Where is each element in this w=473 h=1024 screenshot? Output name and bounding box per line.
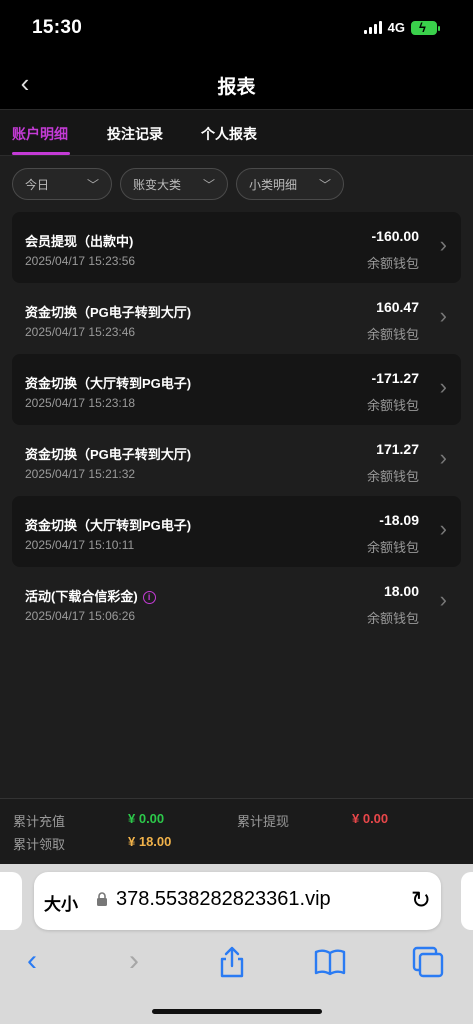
- item-amount: -160.00: [371, 228, 419, 244]
- item-date: 2025/04/17 15:06:26: [25, 609, 136, 623]
- item-wallet: 余额钱包: [366, 611, 419, 626]
- info-icon[interactable]: i: [142, 591, 156, 604]
- item-amount: 171.27: [376, 441, 419, 457]
- list-item[interactable]: 资金切换（大厅转到PG电子) 2025/04/17 15:23:18 -171.…: [12, 354, 461, 425]
- bookmarks-icon[interactable]: [312, 944, 348, 980]
- chevron-right-icon: ›: [439, 587, 447, 612]
- filter-date[interactable]: 今日 ﹀: [12, 168, 112, 200]
- filter-minor-category[interactable]: 小类明细 ﹀: [236, 168, 344, 200]
- chevron-right-icon: ›: [439, 445, 447, 470]
- browser-chrome: 大小 378.5538282823361.vip ↻ ‹ ›: [0, 864, 473, 1024]
- tab-personal-report[interactable]: 个人报表: [201, 124, 257, 144]
- item-wallet: 余额钱包: [366, 327, 419, 342]
- address-bar[interactable]: 大小 378.5538282823361.vip ↻: [34, 872, 441, 930]
- forward-nav-icon[interactable]: ›: [116, 944, 152, 980]
- page-title: 报表: [217, 77, 256, 98]
- tab-bet-records[interactable]: 投注记录: [107, 124, 163, 144]
- withdraw-value: ¥ 0.00: [352, 811, 389, 826]
- chevron-down-icon: ﹀: [86, 177, 99, 192]
- chevron-right-icon: ›: [439, 303, 447, 328]
- item-title: 活动(下载合信彩金): [25, 589, 138, 604]
- list-item[interactable]: 资金切换（大厅转到PG电子) 2025/04/17 15:10:11 -18.0…: [12, 496, 461, 567]
- url-text[interactable]: 378.5538282823361.vip: [116, 888, 391, 911]
- filter-major-category[interactable]: 账变大类 ﹀: [120, 168, 228, 200]
- filter-minor-label: 小类明细: [249, 177, 298, 192]
- filter-major-label: 账变大类: [133, 177, 182, 192]
- item-title: 会员提现（出款中): [25, 234, 134, 249]
- lock-icon: [97, 892, 107, 906]
- signal-icon: [363, 21, 382, 34]
- item-wallet: 余额钱包: [366, 398, 419, 413]
- list-item[interactable]: 资金切换（PG电子转到大厅) 2025/04/17 15:23:46 160.4…: [12, 283, 461, 354]
- tab-bar: 账户明细 投注记录 个人报表: [0, 110, 473, 156]
- transaction-list: 会员提现（出款中) 2025/04/17 15:23:56 -160.00 余额…: [12, 212, 461, 638]
- item-title: 资金切换（大厅转到PG电子): [25, 518, 192, 533]
- status-bar: 15:30 4G ϟ: [0, 0, 473, 60]
- next-tab-card[interactable]: [461, 872, 473, 930]
- list-item[interactable]: 资金切换（PG电子转到大厅) 2025/04/17 15:21:32 171.2…: [12, 425, 461, 496]
- nav-bar: ‹ 报表: [0, 60, 473, 110]
- item-date: 2025/04/17 15:21:32: [25, 467, 136, 481]
- list-item[interactable]: 活动(下载合信彩金) i 2025/04/17 15:06:26 18.00 余额…: [12, 567, 461, 638]
- chevron-right-icon: ›: [439, 232, 447, 257]
- active-tab-indicator: [12, 152, 70, 155]
- text-size-button[interactable]: 大小: [44, 890, 78, 915]
- share-icon[interactable]: [214, 944, 250, 980]
- status-time: 15:30: [32, 17, 83, 38]
- home-indicator: [152, 1009, 322, 1014]
- prev-tab-card[interactable]: [0, 872, 22, 930]
- tab-account-details[interactable]: 账户明细: [12, 124, 68, 144]
- tabs-icon[interactable]: [410, 944, 446, 980]
- item-title-wrap: 活动(下载合信彩金) i: [25, 586, 156, 605]
- chevron-right-icon: ›: [439, 374, 447, 399]
- item-date: 2025/04/17 15:23:18: [25, 396, 136, 410]
- item-date: 2025/04/17 15:10:11: [25, 538, 135, 552]
- item-amount: -171.27: [371, 370, 419, 386]
- item-title: 资金切换（PG电子转到大厅): [25, 305, 192, 320]
- claim-value: ¥ 18.00: [128, 834, 172, 849]
- item-wallet: 余额钱包: [366, 256, 419, 271]
- item-title: 资金切换（PG电子转到大厅): [25, 447, 192, 462]
- back-nav-icon[interactable]: ‹: [14, 944, 50, 980]
- list-item[interactable]: 会员提现（出款中) 2025/04/17 15:23:56 -160.00 余额…: [12, 212, 461, 283]
- filter-date-label: 今日: [25, 177, 50, 192]
- item-wallet: 余额钱包: [366, 540, 419, 555]
- browser-toolbar: ‹ ›: [0, 940, 473, 990]
- status-indicators: 4G ϟ: [363, 20, 440, 35]
- recharge-label: 累计充值: [13, 814, 66, 829]
- chevron-right-icon: ›: [439, 516, 447, 541]
- withdraw-label: 累计提现: [237, 814, 290, 829]
- item-date: 2025/04/17 15:23:56: [25, 254, 136, 268]
- item-amount: -18.09: [379, 512, 419, 528]
- item-date: 2025/04/17 15:23:46: [25, 325, 136, 339]
- item-wallet: 余额钱包: [366, 469, 419, 484]
- recharge-value: ¥ 0.00: [128, 811, 165, 826]
- reload-icon[interactable]: ↻: [411, 886, 431, 915]
- item-amount: 160.47: [376, 299, 419, 315]
- claim-label: 累计领取: [13, 837, 66, 852]
- chevron-down-icon: ﹀: [318, 177, 331, 192]
- chevron-down-icon: ﹀: [202, 177, 215, 192]
- item-title: 资金切换（大厅转到PG电子): [25, 376, 192, 391]
- battery-charging-icon: ϟ: [411, 20, 440, 35]
- network-type: 4G: [387, 20, 405, 35]
- item-amount: 18.00: [383, 583, 419, 599]
- summary-bar: 累计充值 ¥ 0.00 累计提现 ¥ 0.00 累计领取 ¥ 18.00: [0, 798, 473, 864]
- filter-bar: 今日 ﹀ 账变大类 ﹀ 小类明细 ﹀: [12, 168, 344, 200]
